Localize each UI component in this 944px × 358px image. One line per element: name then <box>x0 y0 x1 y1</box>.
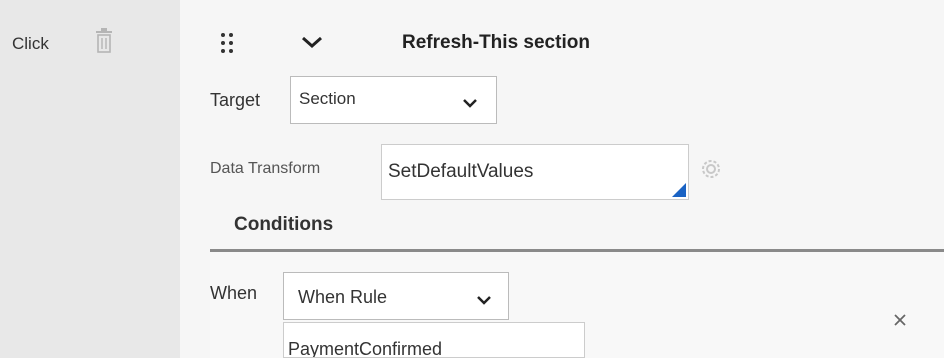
when-label: When <box>210 283 258 303</box>
target-label: Target <box>210 90 261 110</box>
chevron-down-icon[interactable] <box>300 34 324 55</box>
data-transform-value: SetDefaultValues <box>388 161 534 182</box>
trash-icon[interactable] <box>94 28 114 54</box>
action-event-label: Click <box>12 34 49 53</box>
chevron-down-icon <box>462 94 478 114</box>
drag-handle-icon[interactable] <box>220 32 234 59</box>
gear-icon[interactable] <box>698 156 724 187</box>
section-title: Refresh-This section <box>402 32 590 53</box>
target-select-value: Section <box>299 89 356 108</box>
close-icon[interactable] <box>892 312 908 333</box>
chevron-down-icon <box>476 291 492 311</box>
autocomplete-corner-icon <box>672 183 686 197</box>
data-transform-field[interactable]: SetDefaultValues <box>381 144 689 200</box>
when-rule-value: PaymentConfirmed <box>288 339 443 358</box>
target-select[interactable]: Section <box>290 76 497 124</box>
action-editor-panel: Refresh-This section Target Section Data… <box>180 0 944 358</box>
when-rule-field[interactable]: PaymentConfirmed <box>283 322 585 358</box>
data-transform-label: Data Transform <box>210 160 321 177</box>
when-select[interactable]: When Rule <box>283 272 509 320</box>
conditions-heading: Conditions <box>234 214 334 235</box>
action-sidebar: Click <box>0 0 180 358</box>
when-select-value: When Rule <box>298 287 388 307</box>
